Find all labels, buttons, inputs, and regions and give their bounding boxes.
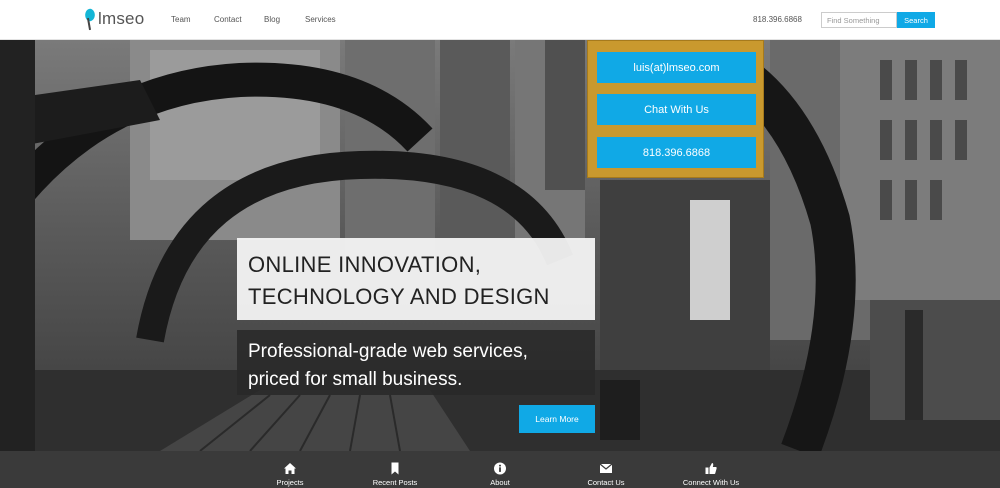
hero-subheadline: Professional-grade web services, priced …	[248, 341, 528, 390]
footer-label: About	[490, 478, 510, 487]
search-input[interactable]	[821, 12, 897, 28]
nav-item-blog[interactable]: Blog	[264, 15, 280, 24]
search-button[interactable]: Search	[897, 12, 935, 28]
logo-text: lmseo	[98, 9, 145, 28]
info-icon	[494, 462, 506, 475]
nav-item-team[interactable]: Team	[171, 15, 191, 24]
hero-section: luis(at)lmseo.com Chat With Us 818.396.6…	[0, 40, 1000, 451]
footer-item-projects[interactable]: Projects	[245, 451, 335, 488]
footer-label: Contact Us	[587, 478, 625, 487]
contact-panel: luis(at)lmseo.com Chat With Us 818.396.6…	[587, 40, 764, 178]
subheadline-box: Professional-grade web services, priced …	[237, 330, 595, 395]
footer-item-recent-posts[interactable]: Recent Posts	[350, 451, 440, 488]
call-button[interactable]: 818.396.6868	[597, 137, 756, 168]
envelope-icon	[599, 463, 613, 473]
footer-nav: Projects Recent Posts About Contact Us C…	[0, 451, 1000, 488]
nav-item-contact[interactable]: Contact	[214, 15, 242, 24]
header-phone[interactable]: 818.396.6868	[753, 15, 802, 24]
footer-item-about[interactable]: About	[455, 451, 545, 488]
headline-box: ONLINE INNOVATION, TECHNOLOGY AND DESIGN	[237, 238, 595, 320]
footer-item-connect-with-us[interactable]: Connect With Us	[666, 451, 756, 488]
email-button[interactable]: luis(at)lmseo.com	[597, 52, 756, 83]
footer-item-contact-us[interactable]: Contact Us	[561, 451, 651, 488]
logo[interactable]: lmseo	[83, 7, 144, 31]
chat-button[interactable]: Chat With Us	[597, 94, 756, 125]
learn-more-button[interactable]: Learn More	[519, 405, 595, 433]
footer-label: Recent Posts	[372, 478, 418, 487]
footer-label: Connect With Us	[682, 478, 740, 487]
logo-drop-icon	[83, 7, 97, 31]
hero-headline: ONLINE INNOVATION, TECHNOLOGY AND DESIGN	[248, 252, 550, 309]
footer-label: Projects	[276, 478, 304, 487]
nav-item-services[interactable]: Services	[305, 15, 336, 24]
home-icon	[284, 463, 296, 474]
site-header: lmseo Team Contact Blog Services 818.396…	[0, 0, 1000, 40]
bookmark-icon	[391, 462, 399, 475]
thumbs-up-icon	[705, 463, 717, 474]
